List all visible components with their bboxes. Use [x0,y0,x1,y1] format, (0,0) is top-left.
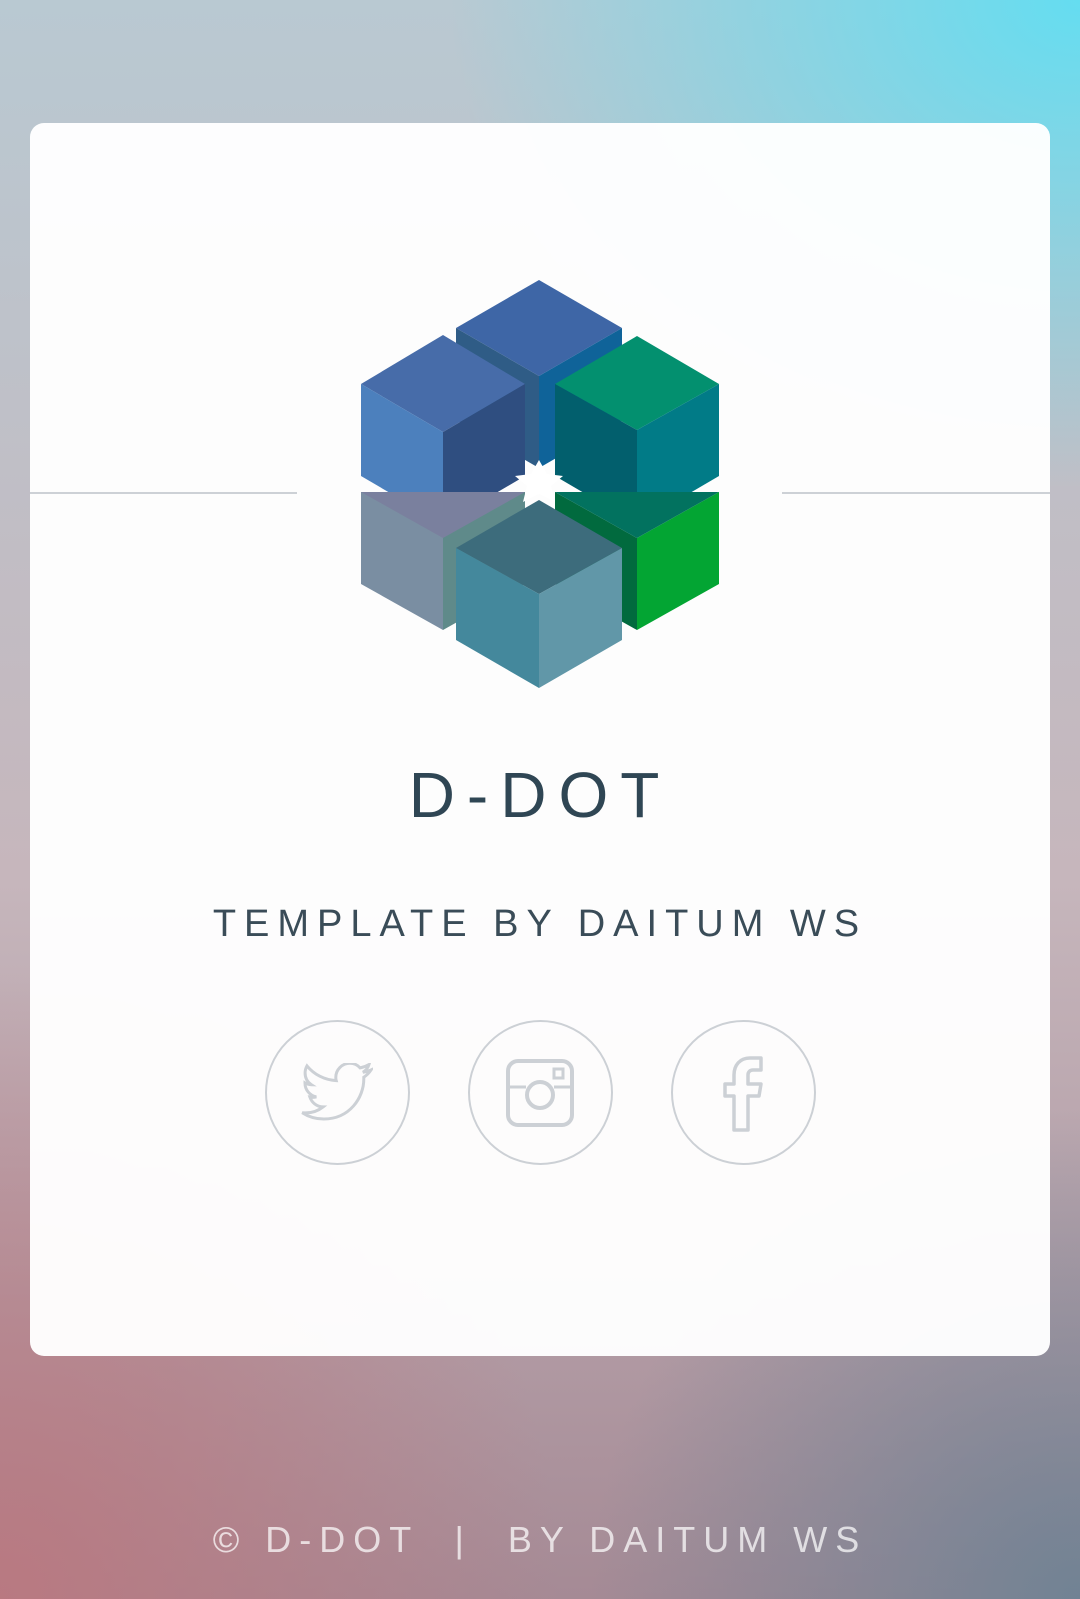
twitter-icon [301,1062,373,1121]
divider-line-right [782,492,1050,494]
twitter-button[interactable] [264,1020,410,1165]
divider-line-left [30,492,297,494]
main-card: D-DOT TEMPLATE BY DAITUM WS [30,123,1050,1356]
facebook-icon [723,1055,763,1132]
facebook-button[interactable] [670,1020,816,1165]
cube-cluster-logo [361,280,719,688]
social-links [30,1020,1050,1165]
instagram-button[interactable] [467,1020,613,1165]
instagram-icon [506,1058,574,1127]
footer-credits: © D-DOT | BY DAITUM WS [212,1519,868,1560]
page-title: D-DOT [408,759,672,831]
page-subtitle: TEMPLATE BY DAITUM WS [212,903,868,945]
